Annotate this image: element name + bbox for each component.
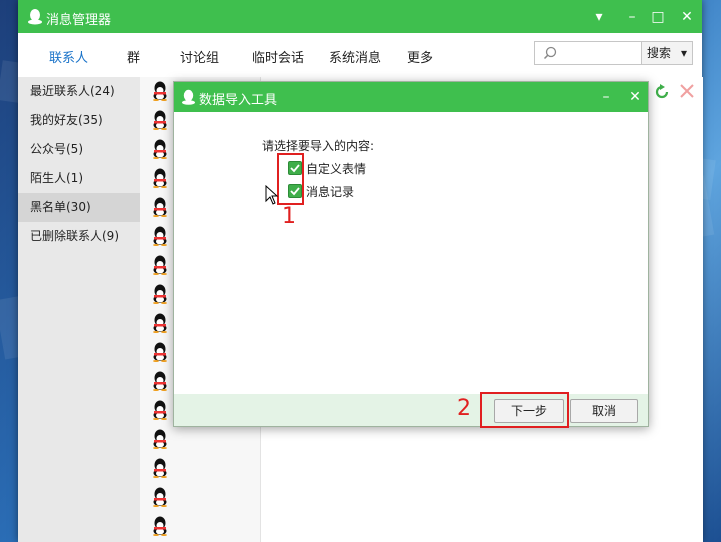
- maximize-button[interactable]: □: [647, 6, 669, 28]
- sidebar-item-deleted-contacts[interactable]: 已删除联系人(9): [18, 222, 140, 251]
- import-prompt: 请选择要导入的内容:: [262, 139, 375, 153]
- tab-contacts[interactable]: 联系人: [49, 47, 88, 66]
- qq-logo-icon: [182, 89, 195, 105]
- penguin-icon: [153, 168, 167, 188]
- dialog-titlebar[interactable]: 数据导入工具 – ✕: [174, 82, 648, 112]
- dialog-close-button[interactable]: ✕: [624, 86, 646, 108]
- sidebar-item-friends[interactable]: 我的好友(35): [18, 106, 140, 135]
- penguin-icon: [153, 81, 167, 101]
- dialog-minimize-button[interactable]: –: [595, 86, 617, 108]
- tab-discussion-groups[interactable]: 讨论组: [180, 47, 219, 66]
- tab-system-messages[interactable]: 系统消息: [329, 47, 381, 66]
- sidebar-item-official-accounts[interactable]: 公众号(5): [18, 135, 140, 164]
- custom-emoji-label[interactable]: 自定义表情: [306, 160, 366, 177]
- search-icon: [543, 46, 557, 60]
- close-button[interactable]: ✕: [676, 6, 698, 28]
- penguin-icon: [153, 429, 167, 449]
- penguin-icon: [153, 197, 167, 217]
- penguin-icon: [153, 371, 167, 391]
- annotation-box-step2: [480, 392, 569, 428]
- minimize-button[interactable]: –: [621, 6, 643, 28]
- penguin-icon: [153, 255, 167, 275]
- tab-more[interactable]: 更多: [407, 47, 433, 66]
- tab-groups[interactable]: 群: [127, 47, 140, 66]
- penguin-icon: [153, 458, 167, 478]
- penguin-icon: [153, 400, 167, 420]
- delete-icon[interactable]: [680, 84, 694, 98]
- sidebar-item-blacklist[interactable]: 黑名单(30): [18, 193, 140, 222]
- mouse-cursor-icon: [265, 185, 279, 205]
- cancel-button[interactable]: 取消: [570, 399, 638, 423]
- dropdown-menu-button[interactable]: ▾: [588, 6, 610, 28]
- penguin-icon: [153, 110, 167, 130]
- penguin-icon: [153, 313, 167, 333]
- search-button[interactable]: 搜索 ▾: [642, 41, 693, 65]
- penguin-icon: [153, 342, 167, 362]
- sidebar-item-recent[interactable]: 最近联系人(24): [18, 77, 140, 106]
- contact-categories: 最近联系人(24) 我的好友(35) 公众号(5) 陌生人(1) 黑名单(30)…: [18, 77, 140, 542]
- watermark-url: jingyan.baidu.com: [550, 508, 652, 521]
- penguin-icon: [153, 226, 167, 246]
- penguin-icon: [153, 487, 167, 507]
- window-titlebar[interactable]: 消息管理器 ▾ – □ ✕: [18, 0, 702, 33]
- annotation-step1-number: 1: [282, 204, 296, 229]
- chevron-down-icon[interactable]: ▾: [681, 42, 687, 64]
- message-history-label[interactable]: 消息记录: [306, 183, 354, 200]
- qq-logo-icon: [28, 9, 42, 25]
- penguin-icon: [153, 139, 167, 159]
- nav-tabs: 联系人 群 讨论组 临时会话 系统消息 更多 搜索 ▾: [18, 33, 702, 77]
- annotation-step2-number: 2: [457, 396, 471, 421]
- refresh-icon[interactable]: [654, 84, 670, 100]
- penguin-icon: [153, 516, 167, 536]
- sidebar-item-strangers[interactable]: 陌生人(1): [18, 164, 140, 193]
- import-tool-dialog: 数据导入工具 – ✕ 请选择要导入的内容: 自定义表情 消息记录 下一步 取消: [173, 81, 649, 427]
- baidu-watermark: Bai du 经验: [552, 482, 682, 507]
- search-button-label: 搜索: [647, 46, 672, 60]
- search-input[interactable]: [534, 41, 642, 65]
- tab-temp-sessions[interactable]: 临时会话: [252, 47, 304, 66]
- window-title: 消息管理器: [46, 13, 112, 28]
- annotation-box-step1: [277, 153, 304, 205]
- penguin-icon: [153, 284, 167, 304]
- dialog-title: 数据导入工具: [199, 93, 278, 108]
